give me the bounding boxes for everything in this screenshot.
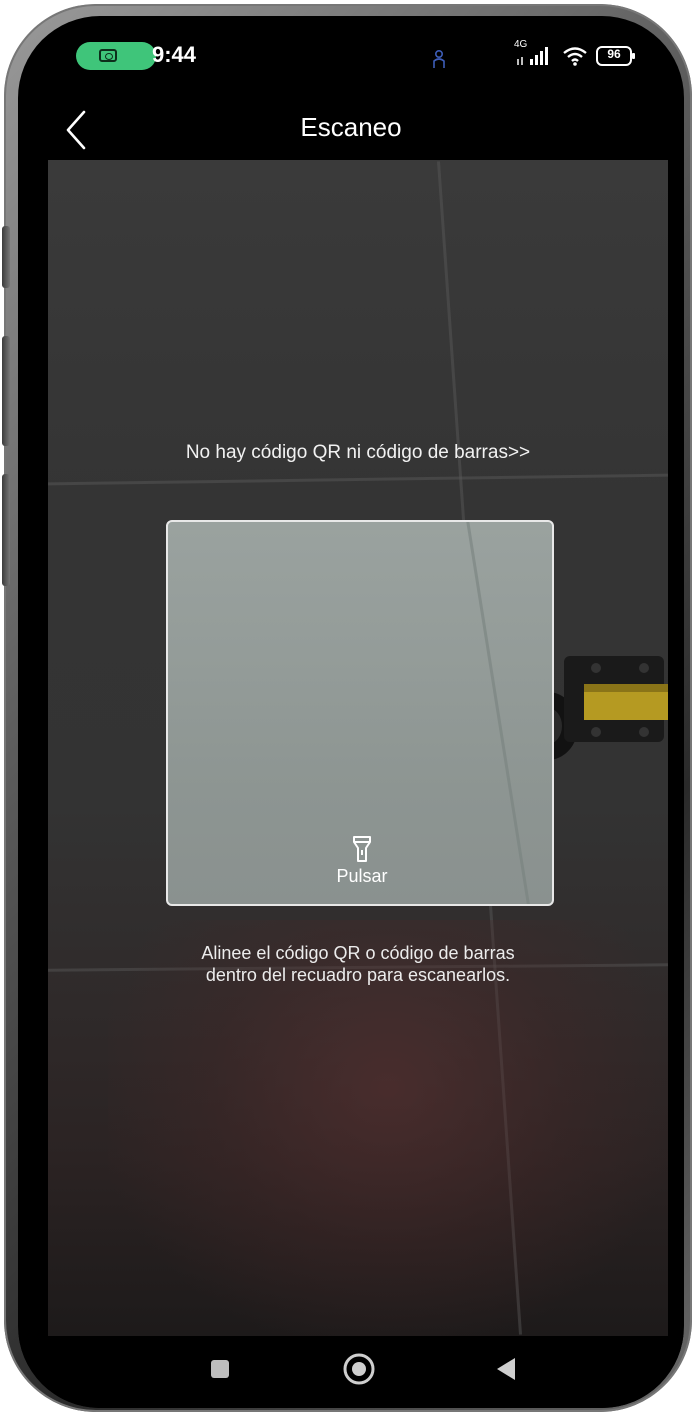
scan-instructions-line-2: dentro del recuadro para escanearlos. [205,965,511,985]
phone-volume-down-button [2,474,10,586]
scan-instructions: Alinee el código QR o código de barras d… [48,942,668,986]
floor-seam [48,473,668,486]
phone-side-button [2,226,10,288]
camera-in-use-icon [99,49,117,62]
scan-frame: Pulsar [166,520,554,906]
phone-screen: 9:44 4G 96 Escaneo No hay código QR ni c… [18,16,684,1408]
flashlight-label: Pulsar [336,866,388,886]
status-bar: 9:44 4G 96 [18,16,684,100]
home-button[interactable] [335,1346,383,1394]
back-triangle-icon [497,1358,515,1380]
person-icon [433,49,445,68]
phone-volume-up-button [2,336,10,446]
signal-icon [517,47,548,65]
battery-level: 96 [607,47,621,61]
recents-square-icon [211,1360,229,1378]
system-nav-bar [18,1336,684,1408]
system-back-button[interactable] [482,1346,530,1394]
flashlight-button[interactable]: Pulsar [322,834,402,896]
floor-seam [465,522,534,904]
status-time: 9:44 [152,42,197,67]
flashlight-icon [353,836,371,862]
home-circle-icon [343,1353,375,1385]
page-title: Escaneo [300,112,402,142]
recents-button[interactable] [196,1346,244,1394]
wifi-icon [563,47,587,66]
camera-preview: No hay código QR ni código de barras>> P… [48,160,668,1336]
app-header: Escaneo [18,100,684,160]
scan-instructions-line-1: Alinee el código QR o código de barras [201,943,515,963]
camera-in-use-indicator [76,42,156,70]
no-code-link[interactable]: No hay código QR ni código de barras>> [48,442,668,464]
phone-frame: 9:44 4G 96 Escaneo No hay código QR ni c… [2,4,692,1412]
